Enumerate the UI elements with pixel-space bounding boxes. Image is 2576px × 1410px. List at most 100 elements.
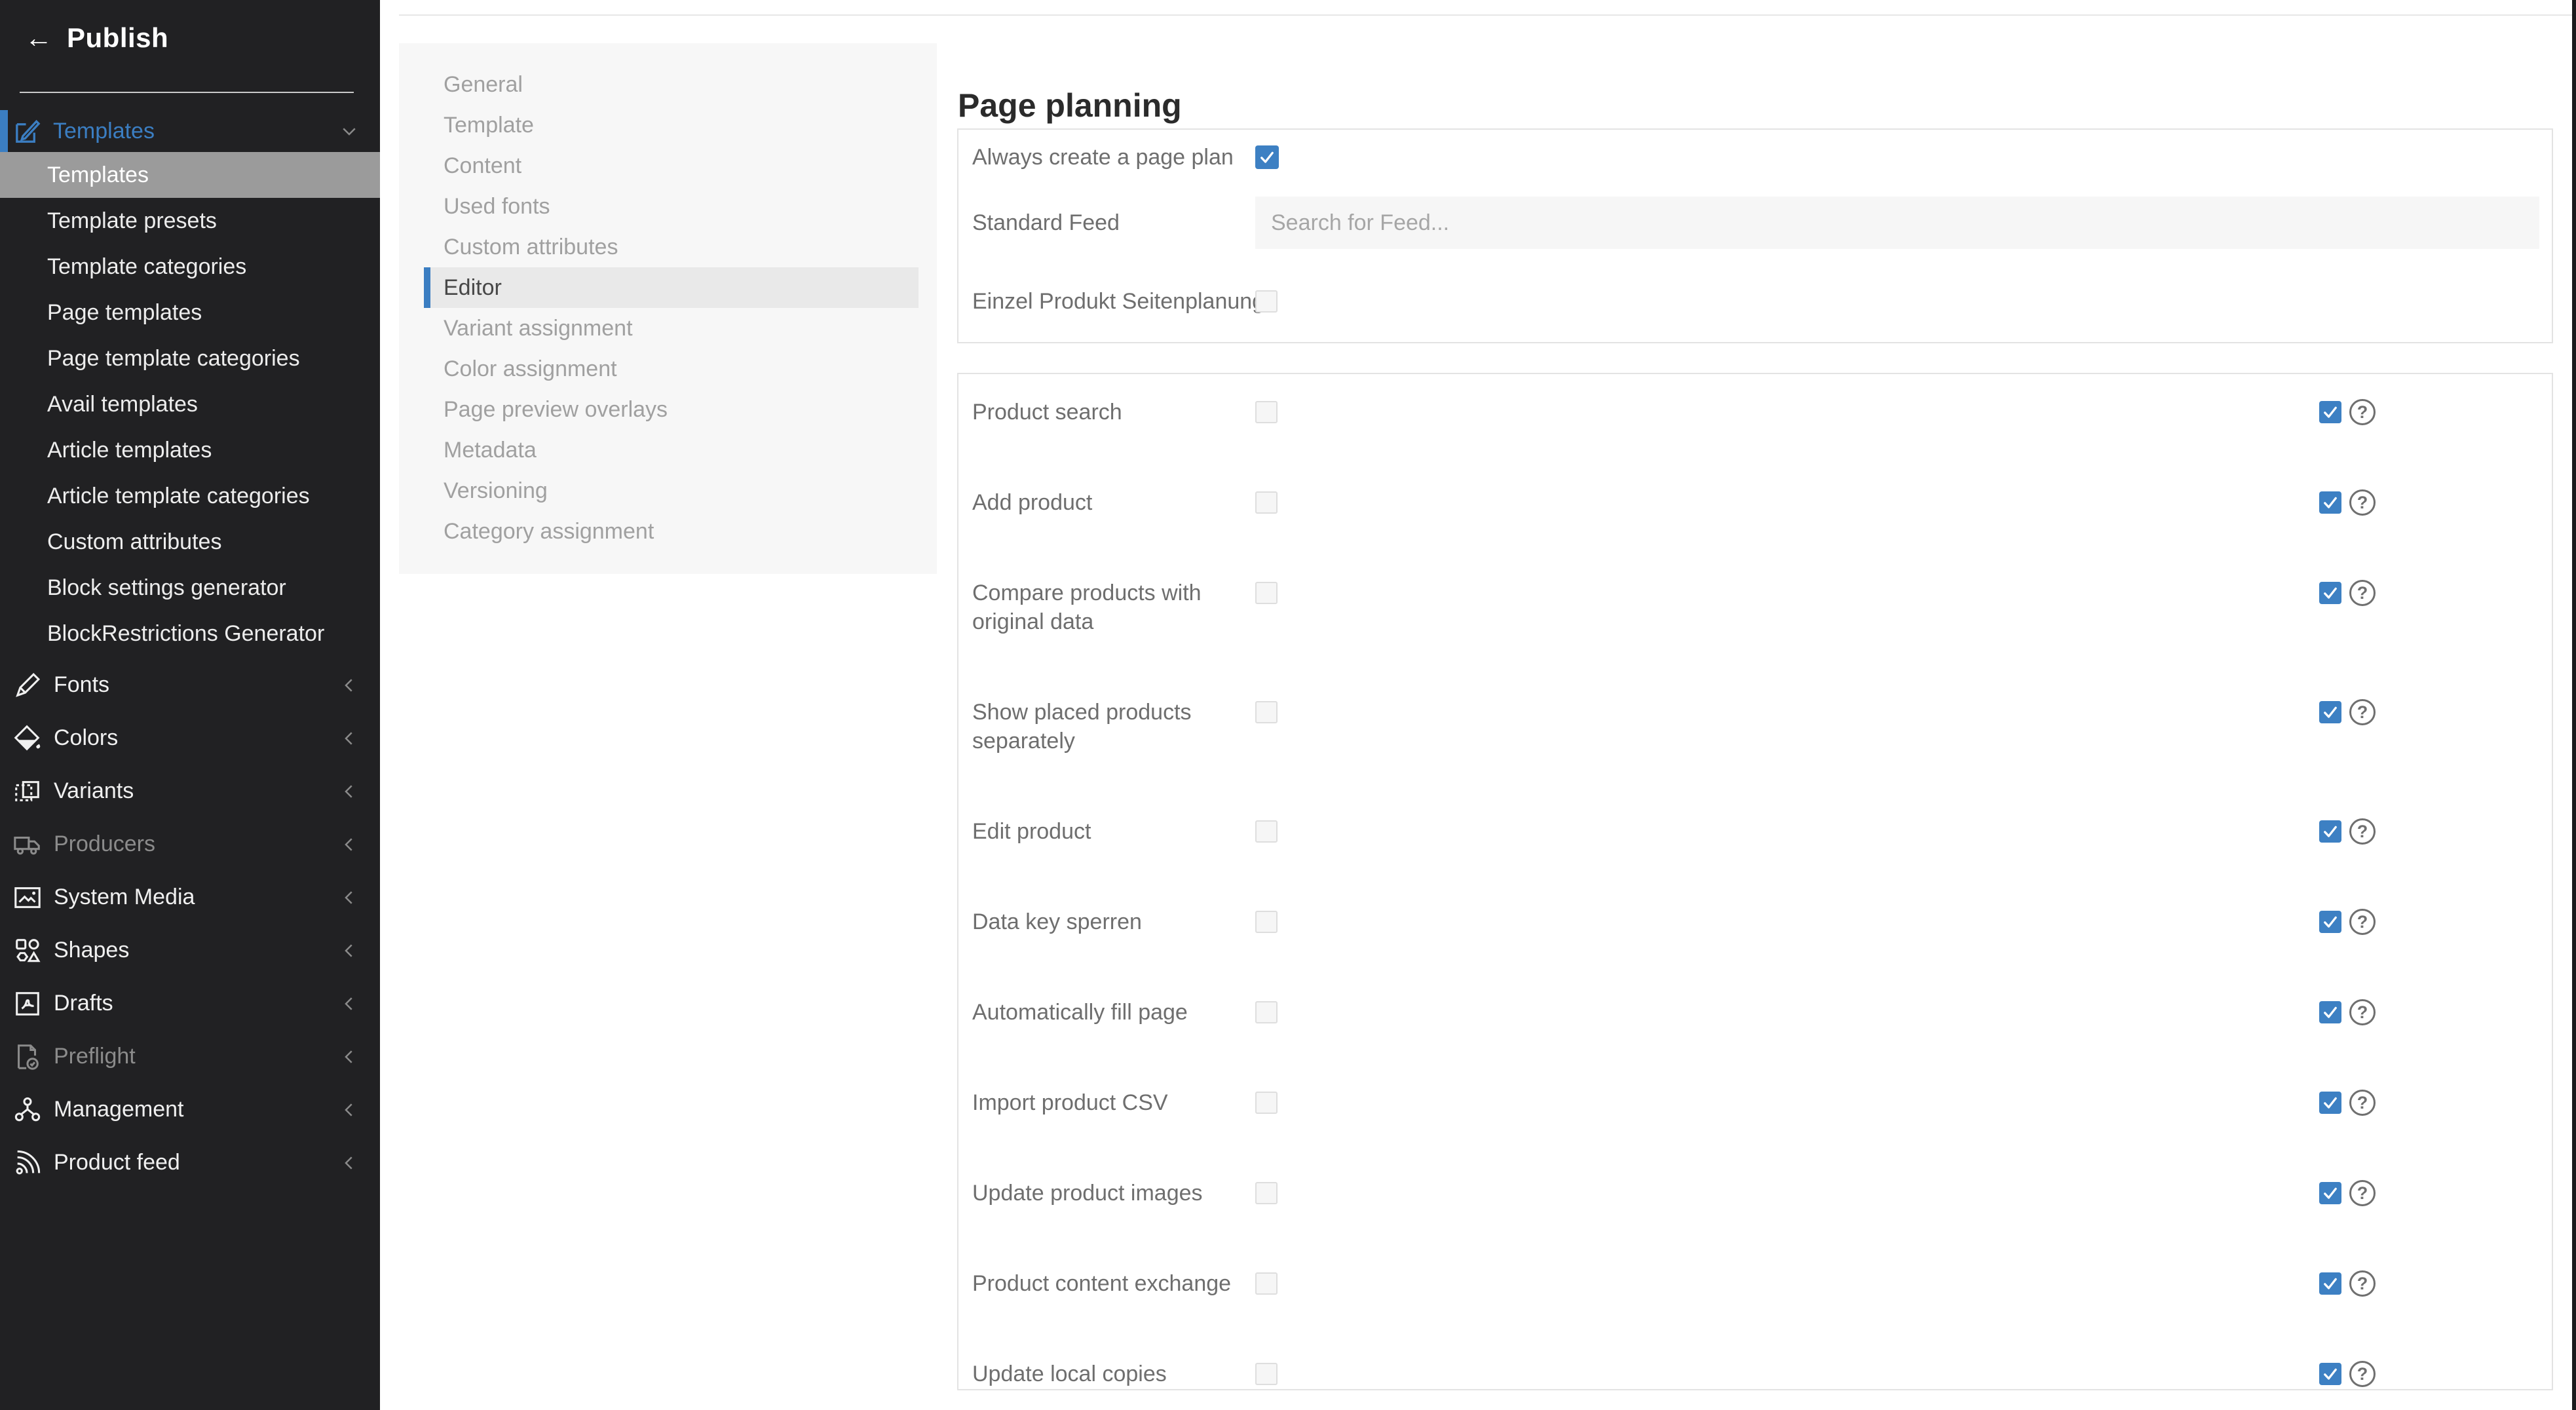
sidebar-item-template-presets[interactable]: Template presets	[0, 198, 380, 244]
feed-search-input[interactable]	[1255, 197, 2539, 249]
update-product-images-enabled-checkbox[interactable]	[2319, 1182, 2341, 1204]
row-right-controls: ?	[2319, 998, 2376, 1027]
row-right-controls: ?	[2319, 1269, 2376, 1298]
setting-label: Edit product	[972, 817, 1255, 846]
sidebar-section-preflight[interactable]: Preflight	[0, 1030, 380, 1083]
help-icon[interactable]: ?	[2349, 1270, 2376, 1297]
app-window: ← Publish Templates Templates Template p…	[0, 0, 2576, 1410]
setting-label: Standard Feed	[972, 208, 1255, 237]
help-icon[interactable]: ?	[2349, 699, 2376, 725]
product-search-enabled-checkbox[interactable]	[2319, 401, 2341, 423]
sidebar-item-page-template-categories[interactable]: Page template categories	[0, 335, 380, 381]
sidebar-item-custom-attributes[interactable]: Custom attributes	[0, 519, 380, 565]
sidebar-item-templates[interactable]: Templates	[0, 152, 380, 198]
import-product-csv-checkbox[interactable]	[1255, 1092, 1278, 1114]
data-key-sperren-checkbox[interactable]	[1255, 911, 1278, 933]
setting-row-data-key-sperren: Data key sperren ?	[972, 907, 2539, 936]
sidebar-section-label: Templates	[53, 119, 155, 144]
sidebar-item-blockrestrictions-generator[interactable]: BlockRestrictions Generator	[0, 611, 380, 657]
help-icon[interactable]: ?	[2349, 580, 2376, 606]
setting-label: Automatically fill page	[972, 998, 1255, 1027]
help-icon[interactable]: ?	[2349, 909, 2376, 935]
subnav-item-content[interactable]: Content	[399, 145, 937, 186]
always-create-page-plan-checkbox[interactable]	[1255, 145, 1279, 169]
edit-product-checkbox[interactable]	[1255, 820, 1278, 843]
chevron-left-icon	[339, 1047, 359, 1067]
row-right-controls: ?	[2319, 1179, 2376, 1208]
subnav-item-category-assignment[interactable]: Category assignment	[399, 511, 937, 552]
help-icon[interactable]: ?	[2349, 1180, 2376, 1206]
chevron-left-icon	[339, 782, 359, 801]
sidebar-section-colors[interactable]: Colors	[0, 712, 380, 765]
app-title: Publish	[67, 22, 168, 54]
sidebar-section-drafts[interactable]: Drafts	[0, 977, 380, 1030]
subnav-item-variant-assignment[interactable]: Variant assignment	[399, 308, 937, 349]
show-placed-products-checkbox[interactable]	[1255, 701, 1278, 723]
product-content-exchange-checkbox[interactable]	[1255, 1272, 1278, 1295]
setting-row-update-local-copies: Update local copies ?	[972, 1360, 2539, 1388]
sidebar-section-label: Producers	[54, 831, 155, 857]
subnav-item-used-fonts[interactable]: Used fonts	[399, 186, 937, 227]
setting-row-add-product: Add product ?	[972, 488, 2539, 517]
sidebar-section-fonts[interactable]: Fonts	[0, 658, 380, 712]
back-button[interactable]: ← Publish	[0, 0, 380, 76]
setting-row-show-placed-products: Show placed products separately ?	[972, 698, 2539, 755]
import-product-csv-enabled-checkbox[interactable]	[2319, 1092, 2341, 1114]
sidebar-sections: Fonts Colors	[0, 658, 380, 1189]
sidebar-section-templates[interactable]: Templates	[0, 110, 380, 152]
chevron-left-icon	[339, 729, 359, 748]
sidebar-item-article-templates[interactable]: Article templates	[0, 427, 380, 473]
compare-products-checkbox[interactable]	[1255, 582, 1278, 604]
row-right-controls: ?	[2319, 1088, 2376, 1117]
sidebar-section-label: System Media	[54, 885, 195, 910]
sidebar-section-variants[interactable]: Variants	[0, 765, 380, 818]
update-product-images-checkbox[interactable]	[1255, 1182, 1278, 1204]
subnav-item-general[interactable]: General	[399, 64, 937, 105]
sidebar-item-block-settings-generator[interactable]: Block settings generator	[0, 565, 380, 611]
add-product-checkbox[interactable]	[1255, 491, 1278, 514]
help-icon[interactable]: ?	[2349, 999, 2376, 1025]
subnav-item-versioning[interactable]: Versioning	[399, 470, 937, 511]
update-local-copies-enabled-checkbox[interactable]	[2319, 1363, 2341, 1385]
subnav-item-template[interactable]: Template	[399, 105, 937, 145]
sidebar-section-management[interactable]: Management	[0, 1083, 380, 1136]
sidebar-section-system-media[interactable]: System Media	[0, 871, 380, 924]
sidebar-section-label: Product feed	[54, 1150, 180, 1175]
setting-label: Data key sperren	[972, 907, 1255, 936]
show-placed-products-enabled-checkbox[interactable]	[2319, 701, 2341, 723]
update-local-copies-checkbox[interactable]	[1255, 1363, 1278, 1385]
setting-label: Product content exchange	[972, 1269, 1255, 1298]
subnav-item-metadata[interactable]: Metadata	[399, 430, 937, 470]
add-product-enabled-checkbox[interactable]	[2319, 491, 2341, 514]
chevron-down-icon	[339, 121, 359, 141]
help-icon[interactable]: ?	[2349, 489, 2376, 516]
automatically-fill-page-enabled-checkbox[interactable]	[2319, 1001, 2341, 1023]
product-search-checkbox[interactable]	[1255, 401, 1278, 423]
sidebar-item-template-categories[interactable]: Template categories	[0, 244, 380, 290]
compare-products-enabled-checkbox[interactable]	[2319, 582, 2341, 604]
sidebar-section-label: Shapes	[54, 938, 129, 963]
sidebar-item-page-templates[interactable]: Page templates	[0, 290, 380, 335]
help-icon[interactable]: ?	[2349, 399, 2376, 425]
einzel-produkt-seitenplanung-checkbox[interactable]	[1255, 290, 1278, 313]
subnav-item-editor[interactable]: Editor	[424, 267, 919, 308]
sidebar-section-product-feed[interactable]: Product feed	[0, 1136, 380, 1189]
help-icon[interactable]: ?	[2349, 1090, 2376, 1116]
edit-product-enabled-checkbox[interactable]	[2319, 820, 2341, 843]
row-right-controls: ?	[2319, 698, 2376, 727]
row-right-controls: ?	[2319, 817, 2376, 846]
sidebar-section-producers[interactable]: Producers	[0, 818, 380, 871]
subnav-item-page-preview-overlays[interactable]: Page preview overlays	[399, 389, 937, 430]
help-icon[interactable]: ?	[2349, 1361, 2376, 1387]
sidebar-item-avail-templates[interactable]: Avail templates	[0, 381, 380, 427]
org-chart-icon	[12, 1095, 43, 1125]
subnav-item-color-assignment[interactable]: Color assignment	[399, 349, 937, 389]
setting-label: Update product images	[972, 1179, 1255, 1208]
help-icon[interactable]: ?	[2349, 818, 2376, 845]
subnav-item-custom-attributes[interactable]: Custom attributes	[399, 227, 937, 267]
data-key-sperren-enabled-checkbox[interactable]	[2319, 911, 2341, 933]
product-content-exchange-enabled-checkbox[interactable]	[2319, 1272, 2341, 1295]
automatically-fill-page-checkbox[interactable]	[1255, 1001, 1278, 1023]
sidebar-section-shapes[interactable]: Shapes	[0, 924, 380, 977]
sidebar-item-article-template-categories[interactable]: Article template categories	[0, 473, 380, 519]
